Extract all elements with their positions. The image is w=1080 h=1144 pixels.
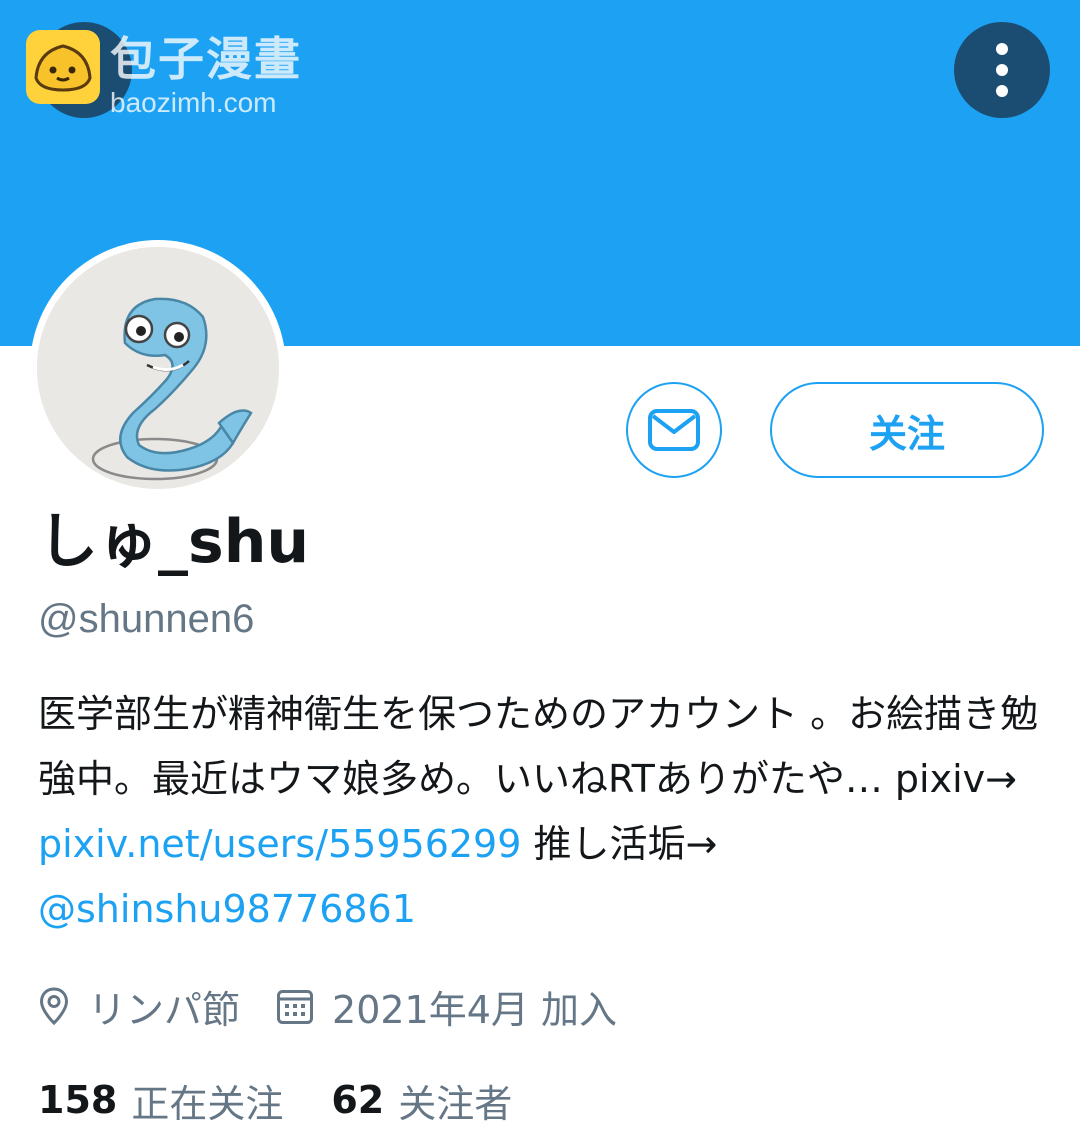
user-handle: @shunnen6	[38, 597, 255, 641]
more-options-button[interactable]	[954, 22, 1050, 118]
display-name: しゅ_shu	[38, 507, 310, 577]
profile-bio: 医学部生が精神衛生を保つためのアカウント 。お絵描き勉強中。最近はウマ娘多め。い…	[38, 682, 1048, 942]
bio-link-pixiv[interactable]: pixiv.net/users/55956299	[38, 822, 521, 866]
mail-icon	[648, 409, 700, 451]
follow-button[interactable]: 关注	[770, 382, 1044, 478]
watermark-logo	[26, 30, 100, 104]
bio-text: 医学部生が精神衛生を保つためのアカウント 。お絵描き勉強中。最近はウマ娘多め。い…	[38, 692, 1039, 801]
watermark-title: 包子漫畫	[110, 32, 302, 86]
location-pin-icon	[39, 987, 69, 1026]
calendar-icon	[277, 990, 314, 1024]
profile-avatar[interactable]	[30, 240, 286, 496]
followers-label[interactable]: 关注者	[398, 1073, 512, 1128]
bio-text: 推し活垢→	[521, 822, 718, 866]
followers-count[interactable]: 62	[331, 1078, 384, 1122]
location-text: リンパ節	[88, 987, 241, 1032]
profile-stats: 158 正在关注 62 关注者	[38, 1070, 512, 1130]
profile-meta: リンパ節 2021年4月 加入	[38, 976, 617, 1036]
joined-date: 2021年4月 加入	[332, 987, 617, 1032]
bio-link-mention[interactable]: @shinshu98776861	[38, 887, 416, 931]
watermark: 包子漫畫 baozimh.com	[26, 30, 302, 118]
message-button[interactable]	[626, 382, 722, 478]
more-vertical-icon	[996, 43, 1008, 97]
following-label[interactable]: 正在关注	[131, 1073, 283, 1128]
following-count[interactable]: 158	[38, 1078, 117, 1122]
watermark-url: baozimh.com	[110, 87, 277, 118]
